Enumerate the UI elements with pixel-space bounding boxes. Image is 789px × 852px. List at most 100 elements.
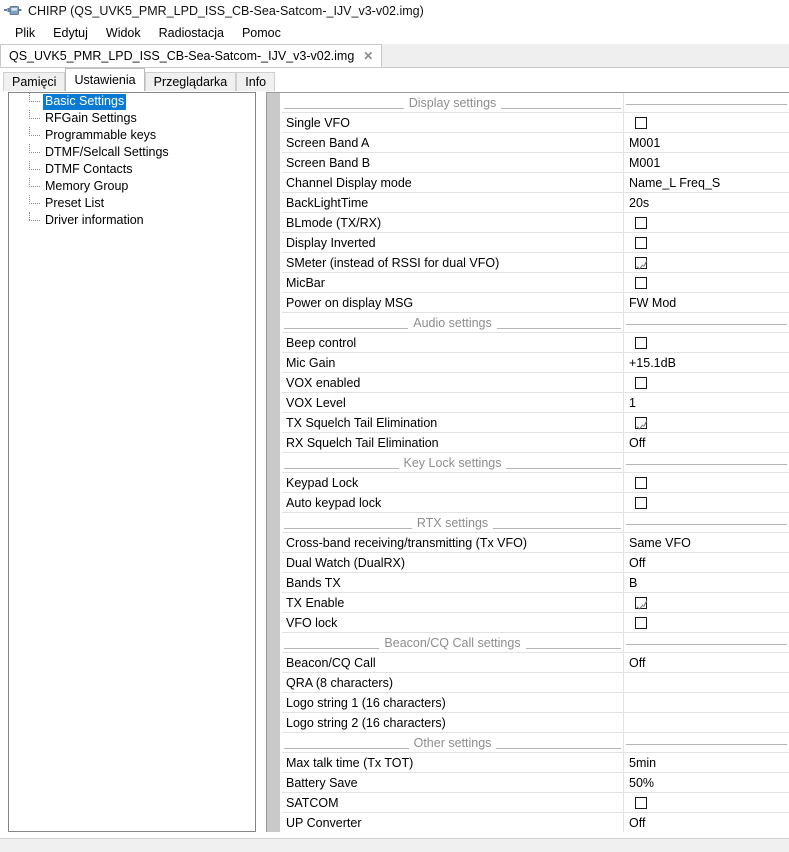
tab-ustawienia[interactable]: Ustawienia	[65, 68, 145, 91]
menu-pomoc[interactable]: Pomoc	[233, 24, 290, 42]
checkbox-smeter-instead-of-rssi-for-dual-vfo[interactable]	[635, 256, 647, 269]
checkbox-vfo-lock[interactable]	[635, 616, 647, 629]
setting-row-max-talk-time-tx-tot[interactable]: Max talk time (Tx TOT) 5min	[282, 753, 789, 773]
setting-row-smeter-instead-of-rssi-for-dual-vfo[interactable]: SMeter (instead of RSSI for dual VFO)	[282, 253, 789, 273]
checkbox-vox-enabled[interactable]	[635, 376, 647, 389]
setting-row-blmode-tx-rx[interactable]: BLmode (TX/RX)	[282, 213, 789, 233]
sidebar-item-memory-group[interactable]: Memory Group	[9, 178, 255, 195]
setting-row-tx-enable[interactable]: TX Enable	[282, 593, 789, 613]
setting-name-cell: QRA (8 characters)	[282, 673, 624, 692]
setting-row-up-converter[interactable]: UP Converter Off	[282, 813, 789, 832]
setting-row-single-vfo[interactable]: Single VFO	[282, 113, 789, 133]
setting-value-cell[interactable]	[624, 613, 789, 632]
setting-value-cell[interactable]: B	[624, 573, 789, 592]
sidebar-item-preset-list[interactable]: Preset List	[9, 195, 255, 212]
setting-value-cell[interactable]: Name_L Freq_S	[624, 173, 789, 192]
setting-value-cell[interactable]: 5min	[624, 753, 789, 772]
setting-value-cell[interactable]	[624, 673, 789, 692]
menu-widok[interactable]: Widok	[97, 24, 150, 42]
setting-row-beep-control[interactable]: Beep control	[282, 333, 789, 353]
menu-radiostacja[interactable]: Radiostacja	[150, 24, 233, 42]
checkbox-micbar[interactable]	[635, 276, 647, 289]
setting-value-cell[interactable]	[624, 713, 789, 732]
setting-value-cell[interactable]	[624, 693, 789, 712]
section-header-inner: Key Lock settings	[282, 456, 623, 470]
setting-row-logo-string-1-16-characters[interactable]: Logo string 1 (16 characters)	[282, 693, 789, 713]
setting-row-screen-band-a[interactable]: Screen Band A M001	[282, 133, 789, 153]
setting-row-tx-squelch-tail-elimination[interactable]: TX Squelch Tail Elimination	[282, 413, 789, 433]
setting-value-cell[interactable]	[624, 593, 789, 612]
setting-value-cell[interactable]	[624, 253, 789, 272]
setting-row-power-on-display-msg[interactable]: Power on display MSG FW Mod	[282, 293, 789, 313]
sidebar-item-rfgain-settings[interactable]: RFGain Settings	[9, 110, 255, 127]
setting-value-cell[interactable]	[624, 493, 789, 512]
setting-value-cell[interactable]: 1	[624, 393, 789, 412]
setting-value-cell[interactable]	[624, 793, 789, 812]
setting-value-cell[interactable]: M001	[624, 133, 789, 152]
setting-value-cell[interactable]: Off	[624, 433, 789, 452]
sidebar-item-driver-information[interactable]: Driver information	[9, 212, 255, 229]
setting-row-auto-keypad-lock[interactable]: Auto keypad lock	[282, 493, 789, 513]
setting-row-logo-string-2-16-characters[interactable]: Logo string 2 (16 characters)	[282, 713, 789, 733]
setting-row-mic-gain[interactable]: Mic Gain +15.1dB	[282, 353, 789, 373]
setting-row-keypad-lock[interactable]: Keypad Lock	[282, 473, 789, 493]
setting-value-cell[interactable]	[624, 233, 789, 252]
sidebar-item-programmable-keys[interactable]: Programmable keys	[9, 127, 255, 144]
checkbox-satcom[interactable]	[635, 796, 647, 809]
checkbox-tx-squelch-tail-elimination[interactable]	[635, 416, 647, 429]
setting-value-cell[interactable]	[624, 373, 789, 392]
setting-row-display-inverted[interactable]: Display Inverted	[282, 233, 789, 253]
setting-value-cell[interactable]	[624, 413, 789, 432]
setting-row-dual-watch-dualrx[interactable]: Dual Watch (DualRX) Off	[282, 553, 789, 573]
checkbox-auto-keypad-lock[interactable]	[635, 496, 647, 509]
setting-row-beacon-cq-call[interactable]: Beacon/CQ Call Off	[282, 653, 789, 673]
checkbox-keypad-lock[interactable]	[635, 476, 647, 489]
setting-row-vox-enabled[interactable]: VOX enabled	[282, 373, 789, 393]
file-tab-active[interactable]: QS_UVK5_PMR_LPD_ISS_CB-Sea-Satcom-_IJV_v…	[0, 44, 383, 67]
setting-row-channel-display-mode[interactable]: Channel Display mode Name_L Freq_S	[282, 173, 789, 193]
setting-value-cell[interactable]: Off	[624, 813, 789, 832]
panel-splitter[interactable]	[258, 92, 266, 832]
checkbox-single-vfo[interactable]	[635, 116, 647, 129]
tab-przegladarka[interactable]: Przeglądarka	[144, 72, 237, 91]
checkbox-beep-control[interactable]	[635, 336, 647, 349]
setting-row-vfo-lock[interactable]: VFO lock	[282, 613, 789, 633]
checkbox-tx-enable[interactable]	[635, 596, 647, 609]
sidebar-item-dtmf-selcall-settings[interactable]: DTMF/Selcall Settings	[9, 144, 255, 161]
setting-value-cell[interactable]: 20s	[624, 193, 789, 212]
setting-row-battery-save[interactable]: Battery Save 50%	[282, 773, 789, 793]
setting-value-cell[interactable]	[624, 473, 789, 492]
setting-row-backlighttime[interactable]: BackLightTime 20s	[282, 193, 789, 213]
tab-pamieci[interactable]: Pamięci	[3, 72, 66, 91]
setting-value-cell[interactable]	[624, 333, 789, 352]
tab-info[interactable]: Info	[236, 72, 276, 91]
sidebar-item-dtmf-contacts[interactable]: DTMF Contacts	[9, 161, 255, 178]
checkbox-display-inverted[interactable]	[635, 236, 647, 249]
setting-row-micbar[interactable]: MicBar	[282, 273, 789, 293]
setting-value-cell[interactable]: 50%	[624, 773, 789, 792]
setting-value-cell[interactable]: M001	[624, 153, 789, 172]
setting-value-cell[interactable]: +15.1dB	[624, 353, 789, 372]
setting-value-cell[interactable]	[624, 113, 789, 132]
setting-value-cell[interactable]: FW Mod	[624, 293, 789, 312]
close-icon[interactable]: ✕	[363, 50, 373, 62]
sidebar-item-basic-settings[interactable]: Basic Settings	[9, 93, 255, 110]
setting-row-cross-band-receiving-transmitting-tx-vfo[interactable]: Cross-band receiving/transmitting (Tx VF…	[282, 533, 789, 553]
section-rule-right	[496, 737, 622, 749]
setting-row-satcom[interactable]: SATCOM	[282, 793, 789, 813]
setting-value: Off	[629, 815, 646, 830]
setting-row-screen-band-b[interactable]: Screen Band B M001	[282, 153, 789, 173]
menu-edytuj[interactable]: Edytuj	[44, 24, 97, 42]
checkbox-blmode-tx-rx[interactable]	[635, 216, 647, 229]
settings-tree-panel[interactable]: Basic Settings RFGain Settings Programmabl…	[8, 92, 256, 832]
setting-row-qra-8-characters[interactable]: QRA (8 characters)	[282, 673, 789, 693]
setting-row-rx-squelch-tail-elimination[interactable]: RX Squelch Tail Elimination Off	[282, 433, 789, 453]
setting-value-cell[interactable]	[624, 213, 789, 232]
setting-value-cell[interactable]: Off	[624, 653, 789, 672]
setting-value-cell[interactable]: Off	[624, 553, 789, 572]
setting-row-vox-level[interactable]: VOX Level 1	[282, 393, 789, 413]
setting-value-cell[interactable]	[624, 273, 789, 292]
setting-row-bands-tx[interactable]: Bands TX B	[282, 573, 789, 593]
setting-value-cell[interactable]: Same VFO	[624, 533, 789, 552]
menu-plik[interactable]: Plik	[6, 24, 44, 42]
